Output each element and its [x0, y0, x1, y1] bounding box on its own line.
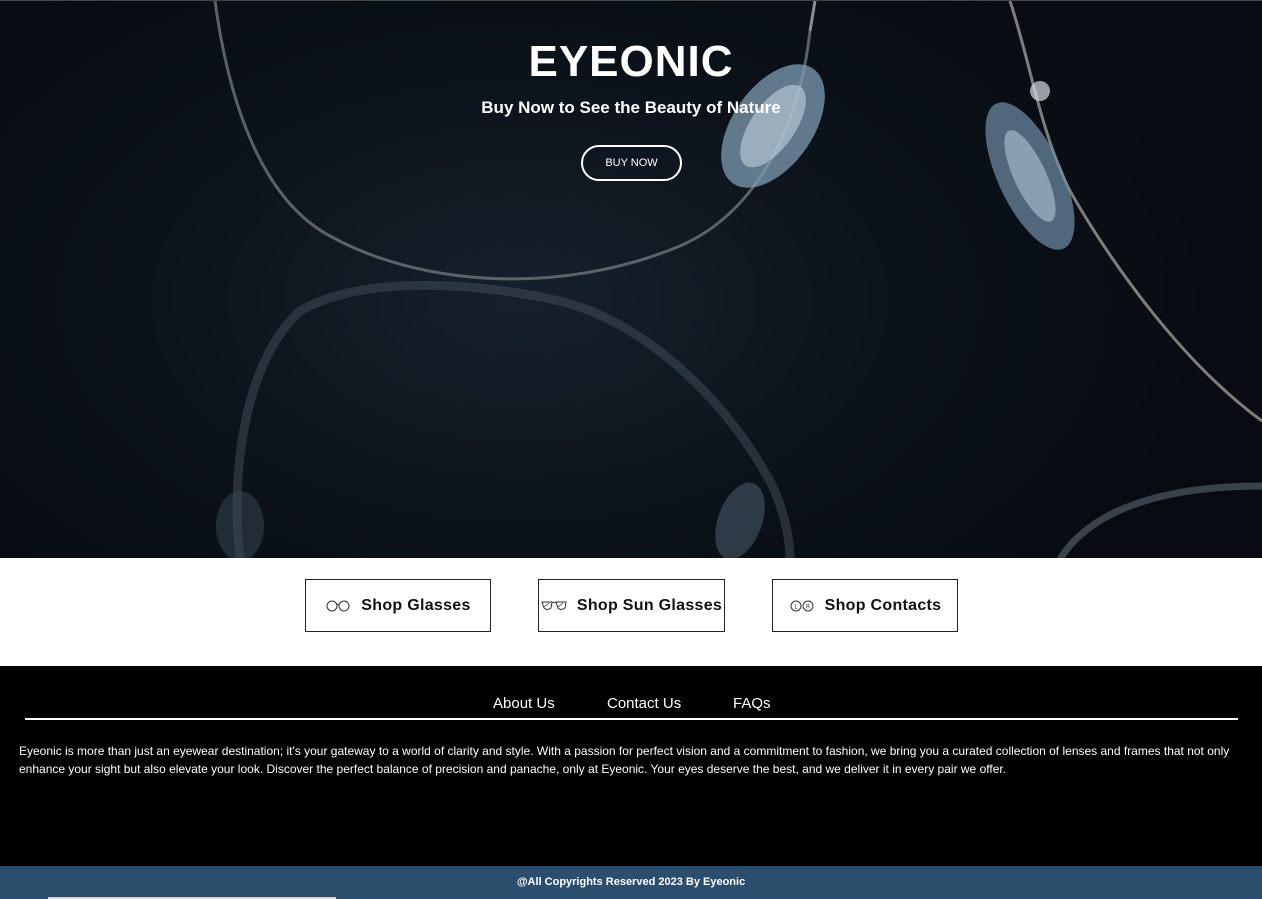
- copyright-bar: @All Copyrights Reserved 2023 By Eyeonic: [0, 866, 1262, 899]
- hero-subtitle: Buy Now to See the Beauty of Nature: [481, 98, 781, 117]
- shop-sun-glasses-label: Shop Sun Glasses: [576, 596, 723, 614]
- footer-about-text: Eyeonic is more than just an eyewear des…: [19, 744, 1230, 776]
- hero-banner: EYEONIC Buy Now to See the Beauty of Nat…: [0, 0, 1262, 558]
- shop-contacts-label: Shop Contacts: [824, 596, 942, 614]
- footer-link-faqs[interactable]: FAQs: [733, 695, 771, 712]
- footer-link-about-us[interactable]: About Us: [493, 695, 555, 712]
- shop-glasses-button[interactable]: Shop Glasses: [305, 579, 491, 632]
- shop-sun-glasses-button[interactable]: Shop Sun Glasses: [538, 579, 725, 632]
- shop-categories: Shop Glasses Shop Sun Glasses L R Shop C…: [0, 558, 1262, 666]
- svg-text:R: R: [806, 603, 810, 610]
- contact-lens-icon: L R: [790, 600, 814, 611]
- copyright-text: @All Copyrights Reserved 2023 By Eyeonic: [516, 876, 746, 888]
- shop-glasses-label: Shop Glasses: [361, 596, 471, 614]
- footer-link-contact-us[interactable]: Contact Us: [607, 695, 681, 712]
- hero-title: EYEONIC: [528, 37, 734, 86]
- svg-text:L: L: [794, 603, 798, 610]
- shop-contacts-button[interactable]: L R Shop Contacts: [772, 579, 958, 632]
- buy-now-button[interactable]: BUY NOW: [581, 145, 682, 181]
- eyeglasses-icon: [326, 600, 350, 611]
- sunglasses-icon: [541, 601, 567, 610]
- footer-divider: [25, 718, 1238, 720]
- footer: About Us Contact Us FAQs Eyeonic is more…: [0, 666, 1262, 866]
